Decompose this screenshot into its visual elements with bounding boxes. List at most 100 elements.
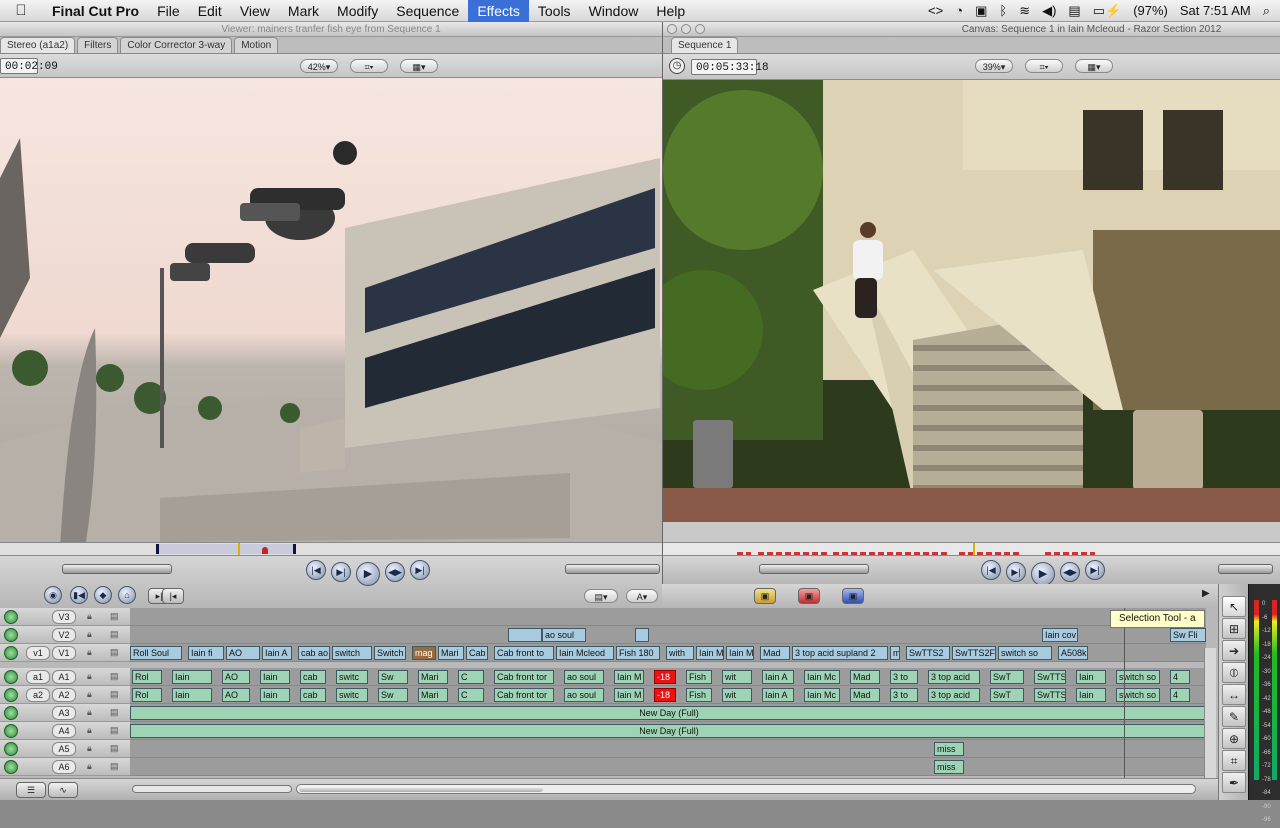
tab-sequence-1[interactable]: Sequence 1: [671, 37, 739, 53]
canvas-playhead[interactable]: [973, 543, 975, 555]
timeline-clip[interactable]: wit: [722, 670, 752, 684]
track-visibility-icon[interactable]: [4, 646, 18, 660]
canvas-overlay-menu[interactable]: ▦▾: [1075, 59, 1113, 73]
tab-color-corrector[interactable]: Color Corrector 3-way: [120, 37, 233, 53]
viewer-zoom-menu[interactable]: 42%▾: [300, 59, 338, 73]
timeline-clip[interactable]: Cab: [466, 646, 488, 660]
viewer-play-button[interactable]: ▶: [356, 562, 380, 586]
razor-tool-icon[interactable]: ✎: [1222, 706, 1246, 727]
zoom-slider[interactable]: [132, 785, 292, 793]
timeline-clip[interactable]: Iain: [1076, 688, 1106, 702]
timeline-clip[interactable]: Fish: [686, 688, 712, 702]
timeline-clip[interactable]: SwT: [990, 670, 1024, 684]
timeline-clip[interactable]: Iain Mc: [804, 670, 840, 684]
viewer-mark-out-button[interactable]: |◂: [162, 588, 184, 604]
sfx-clip[interactable]: miss: [934, 742, 964, 756]
timeline-clip[interactable]: SwTTS2: [906, 646, 950, 660]
flag-icon[interactable]: ▤: [1062, 3, 1086, 19]
timeline-clip[interactable]: switch so: [1116, 688, 1160, 702]
canvas-zoom-menu[interactable]: 39%▾: [975, 59, 1013, 73]
timeline-clip[interactable]: Mari: [418, 688, 448, 702]
timeline-clip[interactable]: switch so: [998, 646, 1052, 660]
insert-edit-button[interactable]: ▣: [754, 588, 776, 604]
track-audible-icon[interactable]: [4, 688, 18, 702]
timeline-clip[interactable]: 3 top acid: [928, 670, 980, 684]
lane-a3[interactable]: New Day (Full): [130, 704, 1206, 722]
lane-a1[interactable]: Rol Iain AO Iain cab switc Sw Mari C Cab front to…: [130, 668, 1206, 686]
timeline-clip[interactable]: AO: [222, 688, 250, 702]
canvas-play-around-button[interactable]: ◀▶: [1060, 562, 1080, 582]
track-select-tool-icon[interactable]: ➔: [1222, 640, 1246, 661]
app-menu[interactable]: Final Cut Pro: [42, 0, 148, 22]
timeline-clip[interactable]: Iain: [260, 670, 290, 684]
track-visibility-icon[interactable]: [4, 610, 18, 624]
timeline-clip[interactable]: switch: [332, 646, 372, 660]
menu-window[interactable]: Window: [580, 0, 648, 22]
lane-v1[interactable]: Roll Soul Iain fi AO Iain A cab ao switch Swit…: [130, 644, 1206, 662]
auto-select-icon[interactable]: ▤: [110, 629, 119, 640]
timeline-clip[interactable]: Iain A: [762, 688, 794, 702]
lock-icon[interactable]: 🔒︎: [87, 629, 92, 640]
viewer-recent-clips-menu[interactable]: ▤▾: [584, 589, 618, 603]
track-height-toggle[interactable]: ☰: [16, 782, 46, 798]
timeline-clip[interactable]: cab: [300, 670, 326, 684]
menu-tools[interactable]: Tools: [529, 0, 580, 22]
timeline-clip[interactable]: Cab front tor: [494, 670, 554, 684]
timeline-clip[interactable]: Iain M: [614, 670, 644, 684]
source-patch-a2[interactable]: a2: [26, 688, 50, 702]
timeline-clip[interactable]: [635, 628, 649, 642]
canvas-minimize-icon[interactable]: [681, 24, 691, 34]
roll-tool-icon[interactable]: ⦶: [1222, 662, 1246, 683]
wifi-icon[interactable]: ≋: [1013, 3, 1036, 19]
canvas-close-icon[interactable]: [667, 24, 677, 34]
canvas-view-menu[interactable]: ⌗▾: [1025, 59, 1063, 73]
canvas-scrubber-bar[interactable]: [663, 542, 1280, 556]
canvas-next-edit-button[interactable]: ▶|: [1085, 560, 1105, 580]
scroll-thumb[interactable]: [299, 786, 543, 792]
spotlight-icon[interactable]: ⌕: [1257, 3, 1280, 19]
canvas-timecode[interactable]: 00:05:33:18: [691, 59, 769, 75]
overwrite-edit-button[interactable]: ▣: [798, 588, 820, 604]
timeline-clip[interactable]: C: [458, 670, 484, 684]
menu-view[interactable]: View: [231, 0, 279, 22]
edit-selection-tool-icon[interactable]: ⊞: [1222, 618, 1246, 639]
timeline-clip[interactable]: Mad: [850, 670, 880, 684]
bluetooth-icon[interactable]: ᛒ: [993, 3, 1013, 18]
timeline-clip[interactable]: Roll Soul: [130, 646, 182, 660]
timeline-clip[interactable]: Iain: [1076, 670, 1106, 684]
timeline-clip[interactable]: 3 to: [890, 688, 918, 702]
timeline-clip[interactable]: Fish 180: [616, 646, 660, 660]
tab-stereo[interactable]: Stereo (a1a2): [0, 37, 76, 53]
timeline-clip[interactable]: Iain Mcleod: [556, 646, 614, 660]
canvas-play-button[interactable]: ▶: [1031, 562, 1055, 584]
menu-help[interactable]: Help: [647, 0, 694, 22]
viewer-next-edit-button[interactable]: ▶|: [410, 560, 430, 580]
lock-icon[interactable]: 🔒︎: [87, 743, 92, 754]
lock-icon[interactable]: 🔒︎: [87, 761, 92, 772]
lock-icon[interactable]: 🔒︎: [87, 689, 92, 700]
lock-icon[interactable]: 🔒︎: [87, 647, 92, 658]
menu-file[interactable]: File: [148, 0, 189, 22]
timeline-clip[interactable]: 4: [1170, 688, 1190, 702]
timeline-clip[interactable]: AO: [226, 646, 260, 660]
timeline-clip[interactable]: Mad: [850, 688, 880, 702]
timeline-clip[interactable]: with: [666, 646, 694, 660]
level-badge[interactable]: -18: [654, 688, 676, 702]
lock-icon[interactable]: 🔒︎: [87, 671, 92, 682]
timeline-clip[interactable]: switc: [336, 670, 368, 684]
viewer-shuttle-slider[interactable]: [62, 564, 172, 574]
viewer-add-keyframe-button[interactable]: ◆: [94, 586, 112, 604]
timeline-clip[interactable]: Iain A: [762, 670, 794, 684]
timeline-clip[interactable]: Iain M: [614, 688, 644, 702]
volume-icon[interactable]: ◀): [1036, 3, 1062, 19]
viewer-mark-clip-button[interactable]: ▮◀: [70, 586, 88, 604]
timeline-clip[interactable]: wit: [722, 688, 752, 702]
menu-mark[interactable]: Mark: [279, 0, 328, 22]
source-patch-v1[interactable]: v1: [26, 646, 50, 660]
timeline-clip[interactable]: ao soul: [542, 628, 586, 642]
timeline-clip[interactable]: A508k: [1058, 646, 1088, 660]
display-icon[interactable]: ▣: [969, 3, 993, 19]
auto-select-icon[interactable]: ▤: [110, 647, 119, 658]
viewer-video-frame[interactable]: [0, 78, 662, 542]
timeline-clip[interactable]: Iain Mc: [804, 688, 840, 702]
